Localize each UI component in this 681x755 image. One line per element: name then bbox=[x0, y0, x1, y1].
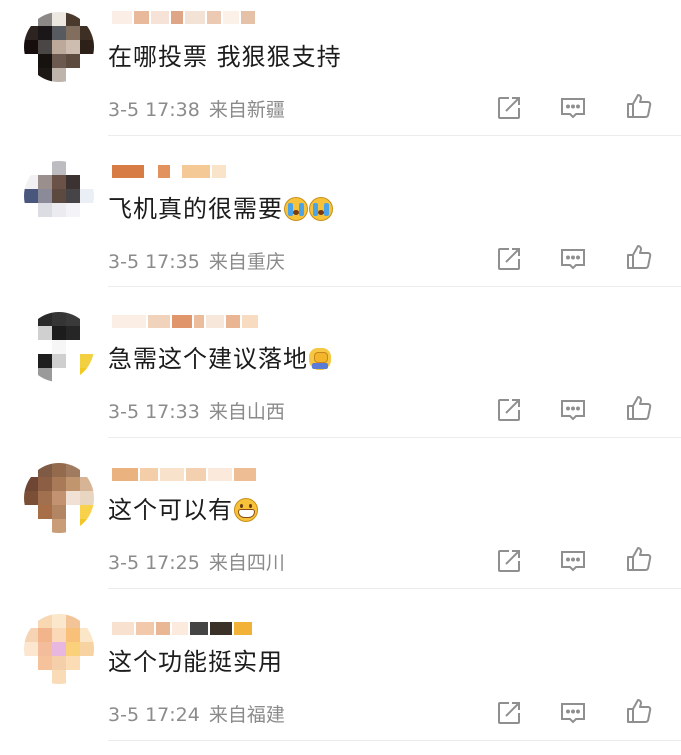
thumbs-up-icon[interactable] bbox=[624, 242, 654, 272]
divider bbox=[108, 135, 681, 136]
avatar[interactable] bbox=[24, 12, 94, 82]
username[interactable] bbox=[112, 160, 287, 178]
divider bbox=[108, 588, 681, 589]
crying-face-icon bbox=[309, 197, 333, 221]
comment-text: 飞机真的很需要 bbox=[108, 194, 333, 224]
location: 来自四川 bbox=[208, 552, 285, 574]
timestamp: 3-5 17:38 bbox=[108, 99, 200, 121]
comment-item: 在哪投票 我狠狠支持 3-5 17:38 来自新疆 bbox=[0, 0, 681, 151]
comment-text: 急需这个建议落地 bbox=[108, 344, 331, 374]
comment-icon[interactable] bbox=[558, 395, 588, 425]
grinning-face-icon bbox=[234, 498, 258, 522]
comment-feed: 在哪投票 我狠狠支持 3-5 17:38 来自新疆 飞机真的很需要 3-5 17… bbox=[0, 0, 681, 746]
username[interactable] bbox=[112, 6, 287, 24]
timestamp: 3-5 17:24 bbox=[108, 704, 200, 726]
comment-text: 这个功能挺实用 bbox=[108, 648, 283, 676]
avatar[interactable] bbox=[24, 463, 94, 533]
comment-meta: 3-5 17:38 来自新疆 bbox=[108, 95, 285, 122]
location: 来自山西 bbox=[208, 401, 285, 423]
comment-meta: 3-5 17:25 来自四川 bbox=[108, 548, 285, 575]
comment-icon[interactable] bbox=[558, 546, 588, 576]
divider bbox=[108, 437, 681, 438]
comment-meta: 3-5 17:33 来自山西 bbox=[108, 397, 285, 424]
thumbs-up-icon[interactable] bbox=[624, 544, 654, 574]
thumbs-up-icon[interactable] bbox=[624, 696, 654, 726]
location: 来自福建 bbox=[208, 704, 285, 726]
comment-item: 急需这个建议落地 3-5 17:33 来自山西 bbox=[0, 302, 681, 453]
divider bbox=[108, 286, 681, 287]
username[interactable] bbox=[112, 463, 287, 481]
facepalm-icon bbox=[309, 348, 331, 370]
comment-text: 在哪投票 我狠狠支持 bbox=[108, 43, 342, 71]
divider bbox=[108, 740, 681, 741]
comment-icon[interactable] bbox=[558, 93, 588, 123]
comment-icon[interactable] bbox=[558, 698, 588, 728]
repost-icon[interactable] bbox=[494, 698, 524, 728]
comment-item: 这个功能挺实用 3-5 17:24 来自福建 bbox=[0, 604, 681, 755]
comment-item: 这个可以有 3-5 17:25 来自四川 bbox=[0, 453, 681, 604]
comment-item: 飞机真的很需要 3-5 17:35 来自重庆 bbox=[0, 151, 681, 302]
username[interactable] bbox=[112, 617, 287, 635]
location: 来自重庆 bbox=[208, 251, 285, 273]
comment-icon[interactable] bbox=[558, 244, 588, 274]
repost-icon[interactable] bbox=[494, 395, 524, 425]
thumbs-up-icon[interactable] bbox=[624, 393, 654, 423]
thumbs-up-icon[interactable] bbox=[624, 91, 654, 121]
avatar[interactable] bbox=[24, 614, 94, 684]
comment-meta: 3-5 17:35 来自重庆 bbox=[108, 247, 285, 274]
repost-icon[interactable] bbox=[494, 244, 524, 274]
avatar[interactable] bbox=[24, 312, 94, 382]
location: 来自新疆 bbox=[208, 99, 285, 121]
repost-icon[interactable] bbox=[494, 93, 524, 123]
username[interactable] bbox=[112, 310, 287, 328]
avatar[interactable] bbox=[24, 161, 94, 231]
comment-meta: 3-5 17:24 来自福建 bbox=[108, 700, 285, 727]
repost-icon[interactable] bbox=[494, 546, 524, 576]
crying-face-icon bbox=[284, 197, 308, 221]
comment-text: 这个可以有 bbox=[108, 495, 258, 525]
timestamp: 3-5 17:25 bbox=[108, 552, 200, 574]
timestamp: 3-5 17:33 bbox=[108, 401, 200, 423]
timestamp: 3-5 17:35 bbox=[108, 251, 200, 273]
